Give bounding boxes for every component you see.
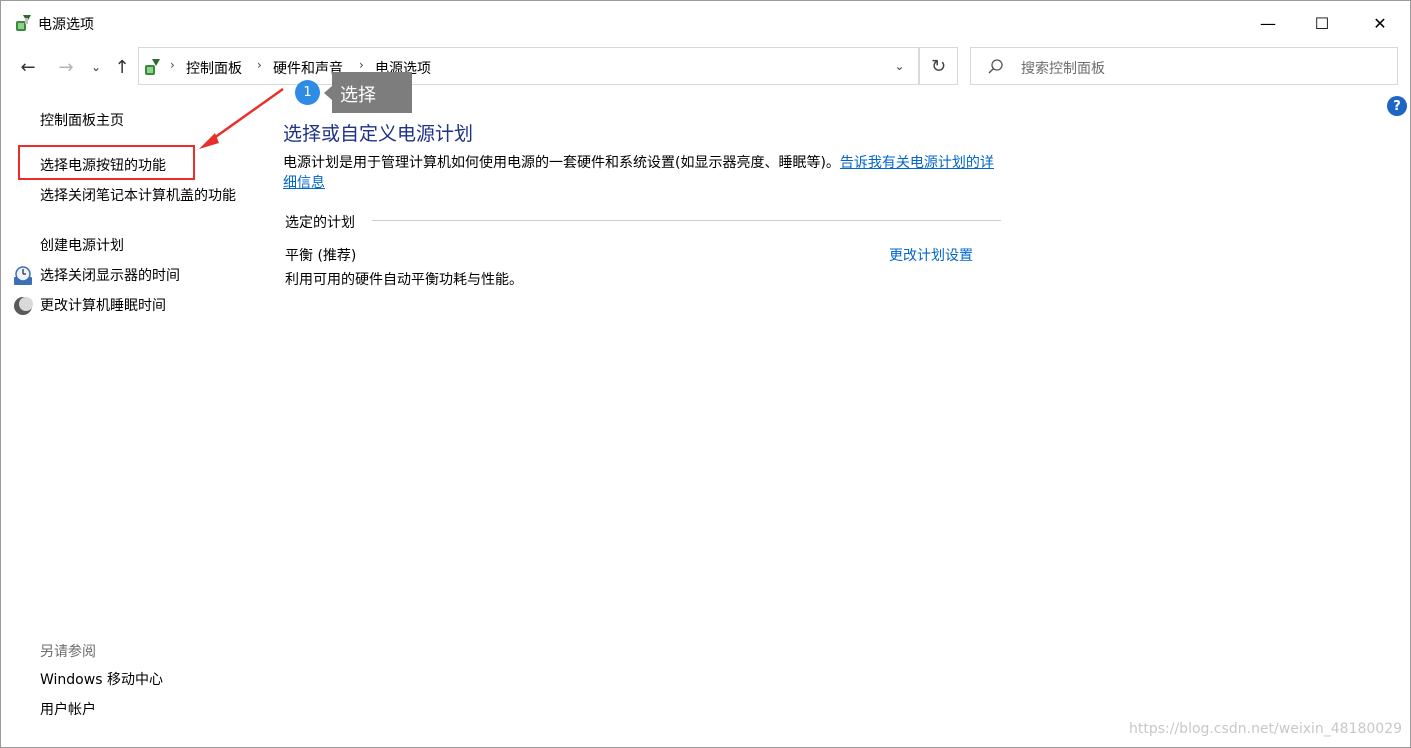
forward-button[interactable]: → (53, 55, 79, 79)
highlight-box (18, 145, 195, 180)
plan-name: 平衡 (推荐) (285, 248, 357, 264)
breadcrumb-control-panel[interactable]: 控制面板 (186, 58, 242, 78)
display-timer-icon (14, 266, 32, 285)
maximize-button[interactable]: ☐ (1295, 1, 1349, 45)
breadcrumb-separator[interactable]: › (359, 58, 364, 72)
title-bar: 电源选项 — ☐ ✕ (1, 1, 1410, 45)
sidebar-item-display-off-time[interactable]: 选择关闭显示器的时间 (40, 266, 180, 286)
refresh-button[interactable]: ↻ (919, 47, 958, 85)
sleep-moon-icon (14, 297, 33, 315)
close-button[interactable]: ✕ (1353, 1, 1407, 45)
sidebar-item-windows-mobility-center[interactable]: Windows 移动中心 (40, 670, 163, 690)
plan-description: 利用可用的硬件自动平衡功耗与性能。 (285, 272, 523, 288)
section-label: 选定的计划 (285, 215, 355, 231)
control-panel-icon (145, 59, 160, 75)
address-dropdown-button[interactable]: ⌄ (881, 47, 919, 85)
description-text: 电源计划是用于管理计算机如何使用电源的一套硬件和系统设置(如显示器亮度、睡眠等)… (283, 155, 840, 171)
see-also-heading: 另请参阅 (40, 644, 96, 660)
step-tooltip: 选择 (324, 72, 412, 113)
section-divider (372, 220, 1001, 221)
power-options-window: 电源选项 — ☐ ✕ ← → ⌄ ↑ › 控制面板 › 硬件和声音 › 电源选项… (0, 0, 1411, 748)
sidebar-item-control-panel-home[interactable]: 控制面板主页 (40, 111, 124, 131)
page-description: 电源计划是用于管理计算机如何使用电源的一套硬件和系统设置(如显示器亮度、睡眠等)… (283, 153, 1003, 193)
up-button[interactable]: ↑ (111, 55, 133, 79)
sidebar-item-sleep-time[interactable]: 更改计算机睡眠时间 (40, 296, 166, 316)
sidebar-item-lid-close-function[interactable]: 选择关闭笔记本计算机盖的功能 (40, 186, 245, 206)
change-plan-settings-link[interactable]: 更改计划设置 (889, 245, 973, 265)
page-title: 选择或自定义电源计划 (283, 123, 474, 145)
search-placeholder: 搜索控制面板 (1021, 61, 1105, 77)
sidebar-item-user-accounts[interactable]: 用户帐户 (40, 700, 96, 720)
address-bar[interactable]: › 控制面板 › 硬件和声音 › 电源选项 (138, 47, 919, 85)
breadcrumb-separator[interactable]: › (257, 58, 262, 72)
back-button[interactable]: ← (15, 55, 41, 79)
power-options-icon (16, 15, 31, 31)
step-number-badge: 1 (295, 80, 320, 105)
recent-locations-button[interactable]: ⌄ (87, 55, 105, 79)
minimize-button[interactable]: — (1241, 1, 1295, 45)
watermark: https://blog.csdn.net/weixin_48180029 (1129, 721, 1403, 737)
sidebar-item-create-power-plan[interactable]: 创建电源计划 (40, 236, 124, 256)
search-icon (988, 59, 1003, 74)
breadcrumb-separator[interactable]: › (170, 58, 175, 72)
window-title: 电源选项 (38, 17, 94, 33)
help-icon[interactable]: ? (1387, 96, 1407, 116)
search-input[interactable]: 搜索控制面板 (970, 47, 1398, 85)
